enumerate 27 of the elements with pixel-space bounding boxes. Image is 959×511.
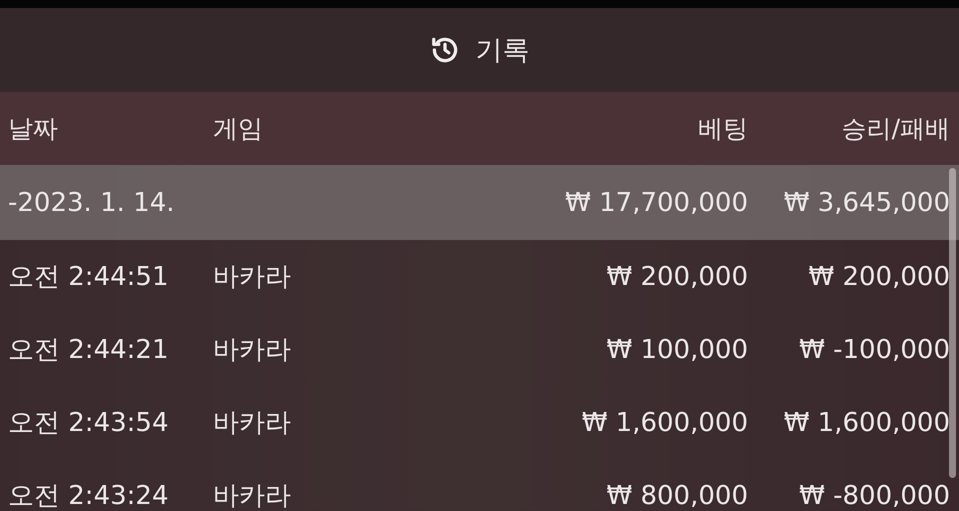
panel-title: 기록 [476, 34, 530, 68]
scrollbar[interactable] [949, 168, 956, 478]
time-cell-text: 오전 2:44:51 [8, 261, 170, 294]
game-cell-text: 바카라 [213, 261, 292, 294]
result-cell-text: ₩ 1,600,000 [782, 408, 950, 438]
bet-cell-text: ₩ 1,600,000 [580, 408, 748, 438]
column-header: 베팅 [697, 113, 748, 145]
column-header: 게임 [213, 113, 264, 145]
time-cell-text: 오전 2:44:21 [8, 334, 170, 367]
result-cell-text: ₩ -800,000 [798, 480, 950, 510]
date-group-row[interactable]: -2023. 1. 14. ₩ 17,700,000 ₩ 3,645,000 [0, 165, 959, 240]
result-cell-text: ₩ 3,645,000 [782, 188, 950, 218]
game-cell-text: 바카라 [213, 407, 292, 440]
time-cell-text: 오전 2:43:24 [8, 480, 170, 511]
time-cell-text: 오전 2:43:54 [8, 407, 170, 440]
result-cell-text: ₩ -100,000 [798, 334, 950, 364]
game-cell-text: 바카라 [213, 334, 292, 367]
bet-cell-text: ₩ 100,000 [606, 334, 748, 364]
bet-cell-text: ₩ 800,000 [606, 480, 748, 510]
date-cell-text: -2023. 1. 14. [8, 188, 176, 218]
column-header: 날짜 [8, 113, 59, 145]
bet-cell-text: ₩ 17,700,000 [564, 188, 748, 218]
bet-cell-text: ₩ 200,000 [606, 262, 748, 292]
column-header: 승리/패배 [840, 113, 950, 145]
result-cell-text: ₩ 200,000 [808, 262, 950, 292]
history-icon [430, 35, 460, 65]
game-cell-text: 바카라 [213, 480, 292, 511]
